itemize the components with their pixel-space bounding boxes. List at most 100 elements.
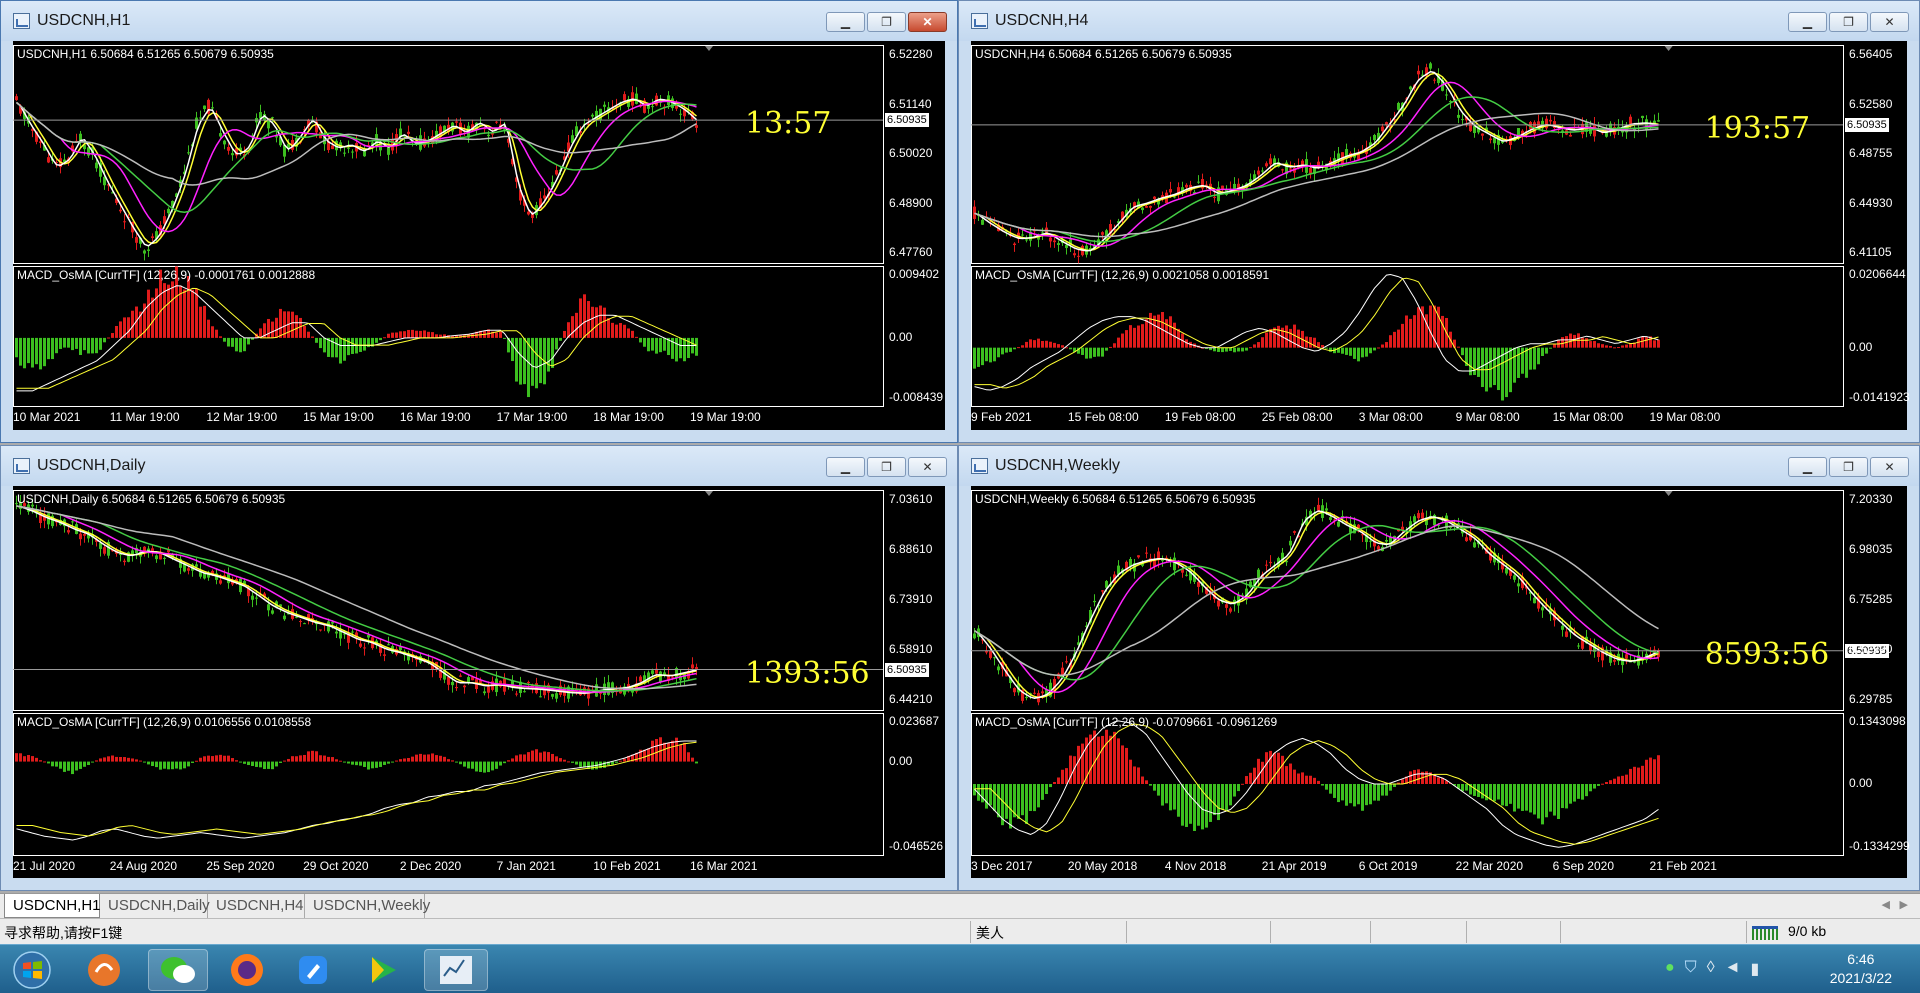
- notes-app-icon[interactable]: [283, 949, 343, 991]
- chart-canvas[interactable]: USDCNH,H1 6.50684 6.51265 6.50679 6.5093…: [13, 41, 945, 430]
- chart-canvas[interactable]: USDCNH,Weekly 6.50684 6.51265 6.50679 6.…: [971, 486, 1910, 878]
- macd-histogram-bar: [1377, 347, 1380, 349]
- chart-window-h4[interactable]: USDCNH,H4 ▁ ❐ ✕ USDCNH,H4 6.50684 6.5126…: [958, 0, 1920, 443]
- firefox-icon[interactable]: [217, 949, 277, 991]
- macd-histogram-bar: [499, 331, 502, 338]
- candle-body: [1489, 138, 1492, 141]
- chart-window-daily[interactable]: USDCNH,Daily ▁ ❐ ✕ USDCNH,Daily 6.50684 …: [0, 445, 958, 891]
- chart-canvas[interactable]: USDCNH,Daily 6.50684 6.51265 6.50679 6.5…: [13, 486, 945, 878]
- close-button[interactable]: ✕: [908, 457, 947, 477]
- time-axis-tick: 16 Mar 19:00: [399, 410, 471, 424]
- window-title: USDCNH,Weekly: [995, 457, 1121, 474]
- macd-histogram-bar: [1505, 347, 1508, 398]
- signal-icon[interactable]: ▮: [1750, 959, 1759, 979]
- video-app-icon[interactable]: [352, 949, 412, 991]
- shield-icon[interactable]: ⛉: [1685, 959, 1697, 979]
- ma-white-line: [16, 505, 697, 694]
- macd-histogram-bar: [1425, 771, 1428, 784]
- volume-muted-icon[interactable]: ◄: [1725, 959, 1741, 979]
- start-button[interactable]: [2, 949, 62, 991]
- maximize-button[interactable]: ❐: [867, 12, 906, 32]
- candle-body: [1413, 516, 1416, 523]
- connection-bars-icon[interactable]: [1752, 924, 1780, 940]
- chart-window-weekly[interactable]: USDCNH,Weekly ▁ ❐ ✕ USDCNH,Weekly 6.5068…: [958, 445, 1920, 891]
- tab-usdcnh-daily[interactable]: USDCNH,Daily: [100, 894, 210, 918]
- macd-histogram-bar: [91, 761, 94, 763]
- macd-histogram-bar: [511, 758, 514, 762]
- macd-histogram-bar: [235, 760, 238, 762]
- macd-histogram-bar: [199, 757, 202, 762]
- macd-histogram-bar: [147, 761, 150, 765]
- wechat-tray-icon[interactable]: ●: [1665, 959, 1675, 979]
- price-axis-tick: 6.41105: [1849, 245, 1892, 259]
- macd-histogram-bar: [1141, 324, 1144, 348]
- macd-histogram-bar: [1653, 340, 1656, 348]
- candle-body: [1561, 625, 1564, 630]
- macd-histogram-bar: [623, 758, 626, 762]
- candle-body: [1505, 568, 1508, 574]
- chart-window-h1[interactable]: USDCNH,H1 ▁ ❐ ✕ USDCNH,H1 6.50684 6.5126…: [0, 0, 958, 443]
- macd-histogram-bar: [487, 761, 490, 773]
- macd-histogram-bar: [1145, 780, 1148, 784]
- macd-histogram-bar: [303, 754, 306, 762]
- close-button[interactable]: ✕: [908, 12, 947, 32]
- time-axis-tick: 15 Mar 19:00: [303, 410, 374, 424]
- chart-canvas[interactable]: USDCNH,H4 6.50684 6.51265 6.50679 6.5093…: [971, 41, 1910, 430]
- window-titlebar[interactable]: USDCNH,Weekly ▁ ❐ ✕: [959, 446, 1919, 486]
- macd-histogram-bar: [223, 337, 226, 342]
- minimize-button[interactable]: ▁: [1788, 12, 1827, 32]
- macd-histogram-bar: [155, 288, 158, 338]
- candle-body: [1457, 114, 1460, 118]
- tab-scroll-right-icon[interactable]: ▶: [1900, 898, 1908, 911]
- minimize-button[interactable]: ▁: [826, 457, 865, 477]
- macd-histogram-bar: [1553, 784, 1556, 816]
- tab-scroll-left-icon[interactable]: ◀: [1882, 898, 1890, 911]
- macd-histogram-bar: [1289, 763, 1292, 784]
- candle-body: [1545, 118, 1548, 129]
- macd-histogram-bar: [199, 306, 202, 338]
- tab-usdcnh-h1[interactable]: USDCNH,H1: [4, 894, 101, 918]
- macd-histogram-bar: [655, 337, 658, 354]
- macd-histogram-bar: [595, 307, 598, 338]
- minimize-button[interactable]: ▁: [826, 12, 865, 32]
- wechat-app-icon[interactable]: [148, 949, 208, 991]
- tab-usdcnh-weekly[interactable]: USDCNH,Weekly: [305, 894, 430, 918]
- window-titlebar[interactable]: USDCNH,H4 ▁ ❐ ✕: [959, 1, 1919, 41]
- macd-histogram-bar: [1593, 341, 1596, 348]
- macd-histogram-bar: [503, 761, 506, 764]
- macd-histogram-bar: [415, 330, 418, 338]
- macd-histogram-bar: [35, 757, 38, 762]
- candle-body: [351, 631, 354, 633]
- macd-histogram-bar: [623, 324, 626, 338]
- taskbar-clock[interactable]: 6:46 2021/3/22: [1830, 950, 1892, 988]
- macd-histogram-bar: [1033, 784, 1036, 812]
- time-axis-tick: 9 Feb 2021: [971, 410, 1032, 424]
- mt4-terminal-icon[interactable]: [424, 949, 488, 991]
- minimize-button[interactable]: ▁: [1788, 457, 1827, 477]
- candle-body: [1289, 168, 1292, 170]
- macd-panel-frame: [13, 713, 884, 856]
- candle-body: [551, 694, 554, 697]
- close-button[interactable]: ✕: [1870, 457, 1909, 477]
- window-titlebar[interactable]: USDCNH,Daily ▁ ❐ ✕: [1, 446, 957, 486]
- window-titlebar[interactable]: USDCNH,H1 ▁ ❐ ✕: [1, 1, 957, 41]
- macd-histogram-bar: [1369, 784, 1372, 805]
- macd-histogram-bar: [1281, 755, 1284, 784]
- maximize-button[interactable]: ❐: [867, 457, 906, 477]
- network-icon[interactable]: ◊: [1707, 959, 1715, 979]
- candle-body: [299, 621, 302, 623]
- macd-histogram-bar: [579, 298, 582, 338]
- candle-body: [1145, 206, 1148, 208]
- macd-histogram-bar: [427, 331, 430, 338]
- macd-histogram-bar: [315, 751, 318, 762]
- macd-histogram-bar: [691, 757, 694, 762]
- player-app-icon[interactable]: [74, 949, 134, 991]
- macd-histogram-bar: [687, 752, 690, 762]
- close-button[interactable]: ✕: [1870, 12, 1909, 32]
- tab-usdcnh-h4[interactable]: USDCNH,H4: [208, 894, 305, 918]
- maximize-button[interactable]: ❐: [1829, 457, 1868, 477]
- macd-histogram-bar: [1125, 747, 1128, 784]
- macd-histogram-bar: [263, 761, 266, 770]
- macd-histogram-bar: [527, 752, 530, 762]
- maximize-button[interactable]: ❐: [1829, 12, 1868, 32]
